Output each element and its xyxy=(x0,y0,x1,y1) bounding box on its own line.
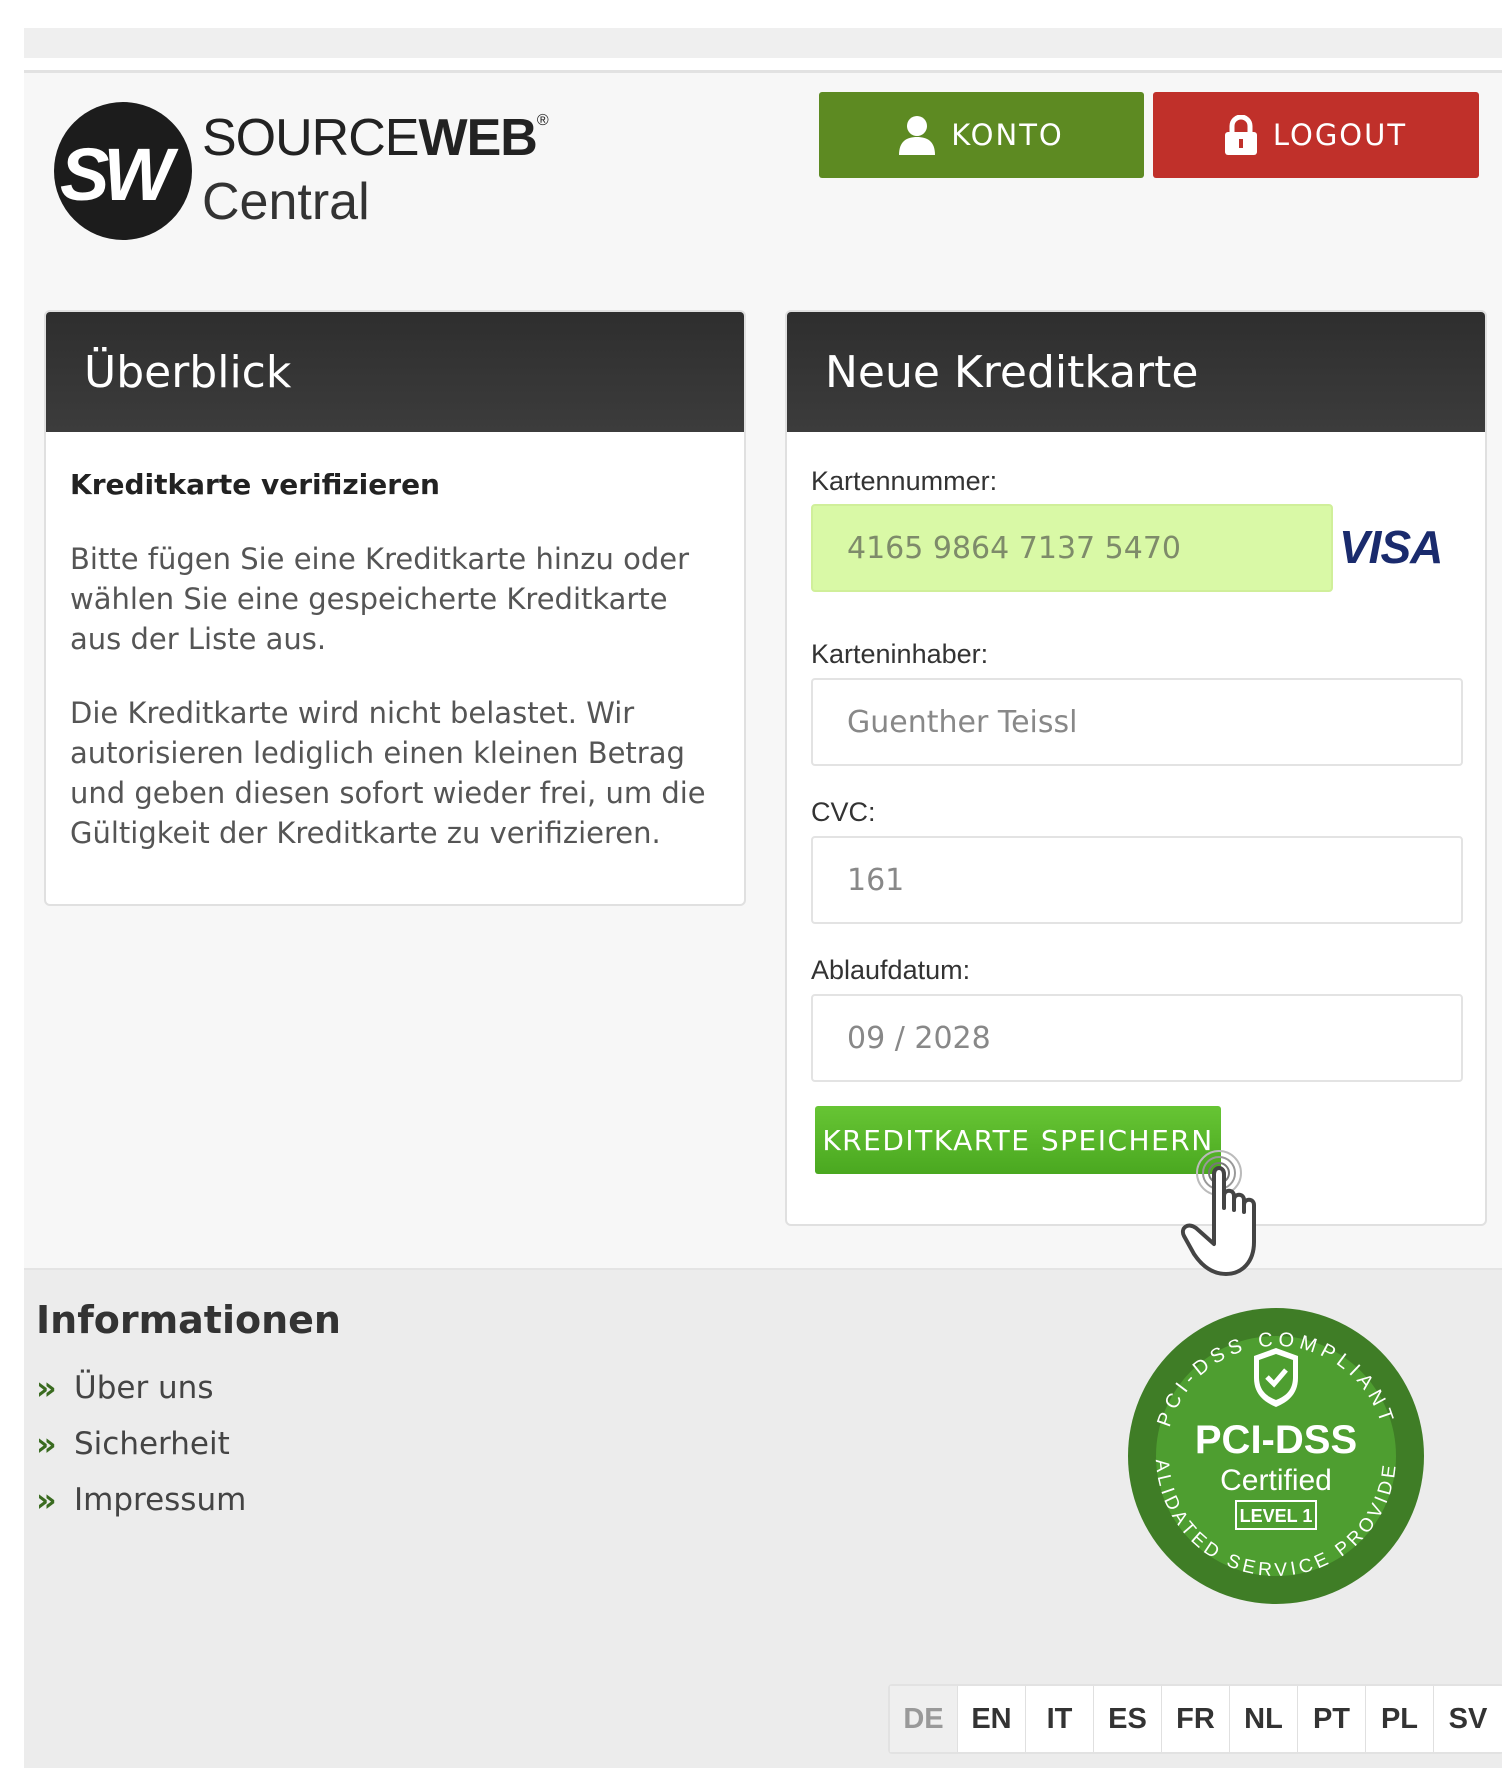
logout-button[interactable]: LOGOUT xyxy=(1153,92,1479,178)
konto-label: KONTO xyxy=(951,118,1064,152)
logo-mark: SW xyxy=(54,102,192,240)
badge-sub-text: Certified xyxy=(1220,1464,1332,1497)
lock-icon xyxy=(1224,115,1257,155)
info-links: » Über uns » Sicherheit » Impressum xyxy=(36,1360,246,1528)
new-card-title: Neue Kreditkarte xyxy=(787,312,1485,432)
expiry-value: 09 / 2028 xyxy=(847,1020,991,1056)
overview-panel: Überblick Kreditkarte verifizieren Bitte… xyxy=(44,310,746,906)
pci-dss-badge: PCI-DSS COMPLIANT VALIDATED SERVICE PROV… xyxy=(1117,1290,1426,1606)
link-impressum[interactable]: » Impressum xyxy=(36,1472,246,1528)
double-chevron-icon: » xyxy=(36,1425,57,1463)
visa-logo: VISA xyxy=(1339,521,1443,573)
logo-mark-text: SW xyxy=(60,133,173,216)
expiry-input[interactable]: 09 / 2028 xyxy=(811,994,1463,1082)
card-holder-value: Guenther Teissl xyxy=(847,704,1078,740)
logo-brand-light: SOURCE xyxy=(202,109,419,167)
link-ueber-uns[interactable]: » Über uns xyxy=(36,1360,246,1416)
double-chevron-icon: » xyxy=(36,1369,57,1407)
overview-notice: Die Kreditkarte wird nicht belastet. Wir… xyxy=(70,696,706,850)
lang-de[interactable]: DE xyxy=(890,1686,958,1752)
lang-es[interactable]: ES xyxy=(1094,1686,1162,1752)
logo-subtitle: Central xyxy=(202,173,370,231)
hand-pointer-icon xyxy=(1178,1140,1288,1284)
cvc-value: 161 xyxy=(847,862,905,898)
cvc-input[interactable]: 161 xyxy=(811,836,1463,924)
link-label: Sicherheit xyxy=(74,1426,230,1462)
link-sicherheit[interactable]: » Sicherheit xyxy=(36,1416,246,1472)
logo-brand-bold: WEB xyxy=(418,109,537,167)
badge-level-text: LEVEL 1 xyxy=(1240,1506,1313,1526)
badge-main-text: PCI-DSS xyxy=(1195,1418,1357,1462)
browser-top-strip xyxy=(24,28,1502,58)
lang-en[interactable]: EN xyxy=(958,1686,1026,1752)
konto-button[interactable]: KONTO xyxy=(819,92,1144,178)
lang-fr[interactable]: FR xyxy=(1162,1686,1230,1752)
expiry-label: Ablaufdatum: xyxy=(811,955,971,985)
link-label: Impressum xyxy=(74,1482,247,1518)
sourceweb-logo[interactable]: SW SOURCEWEB® Central xyxy=(54,102,549,244)
lang-sv[interactable]: SV xyxy=(1434,1686,1502,1752)
overview-instruction: Bitte fügen Sie eine Kreditkarte hinzu o… xyxy=(70,542,689,656)
card-number-value: 4165 9864 7137 5470 xyxy=(847,530,1181,566)
logo-registered: ® xyxy=(536,112,549,129)
card-number-input[interactable]: 4165 9864 7137 5470 xyxy=(811,504,1333,592)
double-chevron-icon: » xyxy=(36,1481,57,1519)
cvc-label: CVC: xyxy=(811,797,876,827)
overview-subtitle: Kreditkarte verifizieren xyxy=(70,468,440,501)
logout-label: LOGOUT xyxy=(1272,118,1408,152)
card-holder-input[interactable]: Guenther Teissl xyxy=(811,678,1463,766)
language-switcher: DE EN IT ES FR NL PT PL SV xyxy=(888,1684,1502,1754)
lang-nl[interactable]: NL xyxy=(1230,1686,1298,1752)
link-label: Über uns xyxy=(74,1370,214,1406)
info-title: Informationen xyxy=(36,1298,341,1342)
lang-pl[interactable]: PL xyxy=(1366,1686,1434,1752)
user-icon xyxy=(899,115,936,155)
card-number-label: Kartennummer: xyxy=(811,466,998,496)
save-card-button[interactable]: KREDITKARTE SPEICHERN xyxy=(815,1106,1221,1174)
lang-it[interactable]: IT xyxy=(1026,1686,1094,1752)
overview-title: Überblick xyxy=(46,312,744,432)
new-card-panel: Neue Kreditkarte Kartennummer: 4165 9864… xyxy=(785,310,1487,1226)
logo-brand: SOURCEWEB® xyxy=(202,108,549,168)
card-holder-label: Karteninhaber: xyxy=(811,639,989,669)
lang-pt[interactable]: PT xyxy=(1298,1686,1366,1752)
